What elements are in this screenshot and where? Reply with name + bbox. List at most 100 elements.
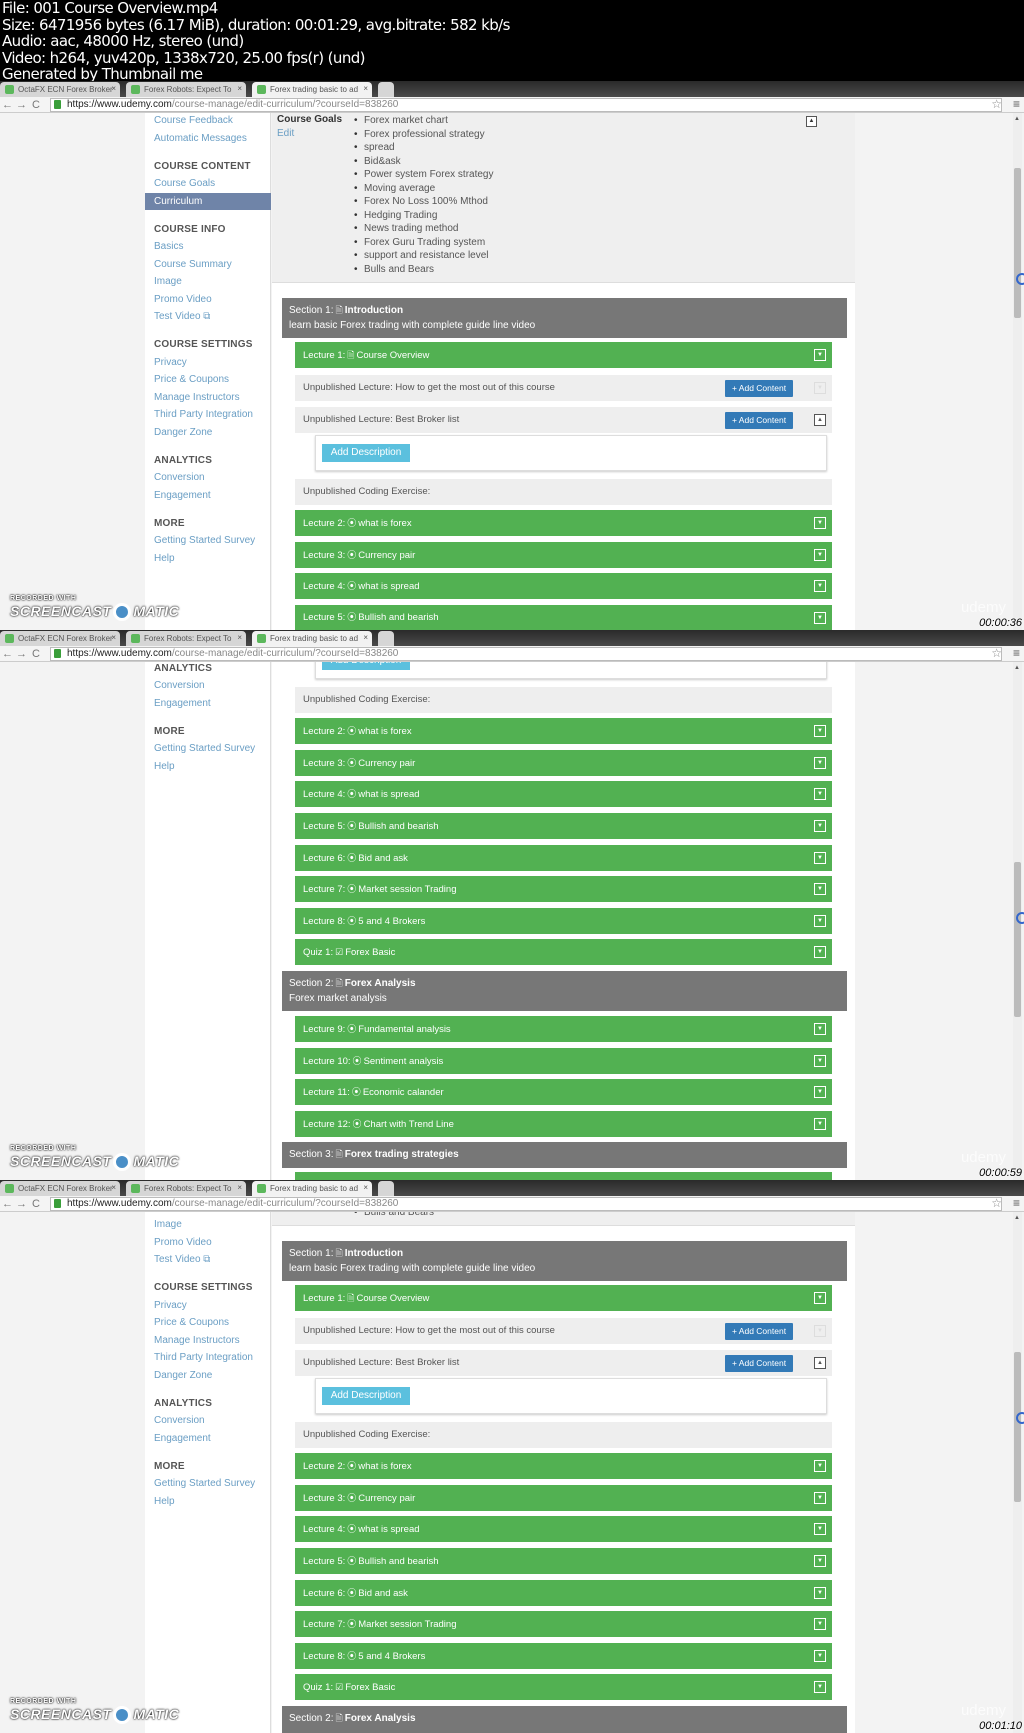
browser-tab[interactable]: Forex Robots: Expect To × (126, 82, 246, 97)
add-content-button[interactable]: + Add Content (725, 412, 793, 429)
lecture-row[interactable]: Lecture 4: ⦿ what is spread ▼ (295, 1516, 832, 1542)
lecture-row[interactable]: Quiz 1: ☑ Forex Basic ▼ (295, 939, 832, 965)
lecture-row[interactable]: Lecture 6: ⦿ Bid and ask ▼ (295, 845, 832, 871)
add-content-button[interactable]: + Add Content (725, 1355, 793, 1372)
collapse-icon[interactable]: ▲ (814, 414, 826, 426)
section-header[interactable]: Section 2: 🗎 Forex Analysis Forex market an… (282, 971, 847, 1011)
sidebar-item-basics[interactable]: Basics (145, 238, 271, 256)
expand-icon[interactable]: ▼ (814, 1555, 826, 1567)
scroll-up-arrow-icon[interactable]: ▲ (1014, 115, 1020, 123)
coding-exercise-row[interactable]: Unpublished Coding Exercise: (295, 1422, 832, 1448)
back-icon[interactable]: ← (2, 647, 13, 661)
sidebar-item-getting-started-survey[interactable]: Getting Started Survey (145, 740, 271, 758)
sidebar-item-engagement[interactable]: Engagement (145, 1430, 271, 1448)
lecture-row[interactable]: Lecture 1: 🗎 Course Overview ▼ (295, 1285, 832, 1311)
unpublished-lecture-row[interactable]: Unpublished Lecture: How to get the most… (295, 1318, 832, 1344)
expand-icon[interactable]: ▼ (814, 1618, 826, 1630)
address-bar[interactable]: https://www.udemy.com/course-manage/edit… (50, 98, 1002, 112)
expand-icon[interactable]: ▼ (814, 1587, 826, 1599)
sidebar-item-conversion[interactable]: Conversion (145, 469, 271, 487)
sidebar-item-help[interactable]: Help (145, 1493, 271, 1511)
sidebar-item-automatic-messages[interactable]: Automatic Messages (145, 130, 271, 148)
expand-icon[interactable]: ▼ (814, 549, 826, 561)
lecture-row[interactable]: Lecture 7: ⦿ Market session Trading ▼ (295, 876, 832, 902)
expand-icon[interactable]: ▼ (814, 915, 826, 927)
browser-tab[interactable]: OctaFX ECN Forex Broker × (0, 1181, 120, 1196)
lecture-row[interactable]: Lecture 7: ⦿ Market session Trading ▼ (295, 1611, 832, 1637)
sidebar-item-privacy[interactable]: Privacy (145, 1297, 271, 1315)
collapse-icon[interactable]: ▲ (806, 116, 817, 127)
forward-icon[interactable]: → (16, 1197, 27, 1211)
expand-icon[interactable]: ▼ (814, 788, 826, 800)
menu-icon[interactable]: ≡ (1013, 1196, 1020, 1210)
close-icon[interactable]: × (111, 633, 116, 642)
lecture-row[interactable]: Lecture 10: ⦿ Sentiment analysis ▼ (295, 1048, 832, 1074)
expand-icon[interactable]: ▼ (814, 820, 826, 832)
sidebar-item-engagement[interactable]: Engagement (145, 695, 271, 713)
sidebar-item-danger-zone[interactable]: Danger Zone (145, 424, 271, 442)
sidebar-item-conversion[interactable]: Conversion (145, 1412, 271, 1430)
expand-icon[interactable]: ▼ (814, 1492, 826, 1504)
expand-icon[interactable]: ▼ (814, 349, 826, 361)
course-goals-edit-link[interactable]: Edit (277, 128, 294, 139)
new-tab-button[interactable] (378, 82, 394, 97)
unpublished-lecture-row[interactable]: Unpublished Lecture: Best Broker list + A… (295, 1350, 832, 1376)
unpublished-lecture-row[interactable]: Unpublished Lecture: How to get the most… (295, 375, 832, 401)
lecture-row[interactable]: Lecture 2: ⦿ what is forex ▼ (295, 1453, 832, 1479)
lecture-row[interactable]: Lecture 2: ⦿ what is forex ▼ (295, 718, 832, 744)
back-icon[interactable]: ← (2, 98, 13, 112)
lecture-row[interactable]: Lecture 6: ⦿ Bid and ask ▼ (295, 1580, 832, 1606)
lecture-row[interactable]: Lecture 5: ⦿ Bullish and bearish ▼ (295, 1548, 832, 1574)
lecture-row[interactable] (295, 1172, 832, 1180)
unpublished-lecture-row[interactable]: Unpublished Lecture: Best Broker list + A… (295, 407, 832, 433)
close-icon[interactable]: × (111, 1183, 116, 1192)
sidebar-item-image[interactable]: Image (145, 273, 271, 291)
address-bar[interactable]: https://www.udemy.com/course-manage/edit… (50, 647, 1002, 661)
sidebar-item-price-coupons[interactable]: Price & Coupons (145, 1314, 271, 1332)
lecture-row[interactable]: Lecture 1: 🗎 Course Overview ▼ (295, 342, 832, 368)
close-icon[interactable]: × (237, 1183, 242, 1192)
add-content-button[interactable]: + Add Content (725, 380, 793, 397)
sidebar-item-promo-video[interactable]: Promo Video (145, 1234, 271, 1252)
sidebar-item-course-goals[interactable]: Course Goals (145, 175, 271, 193)
expand-icon[interactable]: ▼ (814, 852, 826, 864)
close-icon[interactable]: × (363, 84, 368, 93)
forward-icon[interactable]: → (16, 647, 27, 661)
scrollbar-thumb[interactable] (1014, 168, 1021, 318)
expand-icon[interactable]: ▼ (814, 725, 826, 737)
reload-icon[interactable]: C (32, 1197, 40, 1211)
sidebar-item-manage-instructors[interactable]: Manage Instructors (145, 389, 271, 407)
menu-icon[interactable]: ≡ (1013, 646, 1020, 660)
new-tab-button[interactable] (378, 1181, 394, 1196)
sidebar-item-danger-zone[interactable]: Danger Zone (145, 1367, 271, 1385)
lecture-row[interactable]: Quiz 1: ☑ Forex Basic ▼ (295, 1674, 832, 1700)
section-header[interactable]: Section 1: 🗎 Introduction learn basic Forex… (282, 298, 847, 338)
lecture-row[interactable]: Lecture 3: ⦿ Currency pair ▼ (295, 542, 832, 568)
lecture-row[interactable]: Lecture 8: ⦿ 5 and 4 Brokers ▼ (295, 1643, 832, 1669)
lecture-row[interactable]: Lecture 5: ⦿ Bullish and bearish ▼ (295, 813, 832, 839)
bookmark-star-icon[interactable]: ☆ (991, 1196, 1002, 1210)
back-icon[interactable]: ← (2, 1197, 13, 1211)
expand-icon[interactable]: ▼ (814, 1118, 826, 1130)
sidebar-item-image[interactable]: Image (145, 1216, 271, 1234)
close-icon[interactable]: × (111, 84, 116, 93)
browser-tab[interactable]: Forex trading basic to ad × (252, 631, 372, 646)
sidebar-item-engagement[interactable]: Engagement (145, 487, 271, 505)
sidebar-item-conversion[interactable]: Conversion (145, 677, 271, 695)
address-bar[interactable]: https://www.udemy.com/course-manage/edit… (50, 1197, 1002, 1211)
expand-icon[interactable]: ▼ (814, 580, 826, 592)
close-icon[interactable]: × (237, 84, 242, 93)
browser-tab[interactable]: Forex Robots: Expect To × (126, 631, 246, 646)
browser-tab[interactable]: Forex trading basic to ad × (252, 1181, 372, 1196)
section-header[interactable]: Section 2: 🗎 Forex Analysis (282, 1706, 847, 1733)
lecture-row[interactable]: Lecture 9: ⦿ Fundamental analysis ▼ (295, 1016, 832, 1042)
add-description-button[interactable]: Add Description (322, 662, 410, 670)
sidebar-item-price-coupons[interactable]: Price & Coupons (145, 371, 271, 389)
add-description-button[interactable]: Add Description (322, 1387, 410, 1405)
expand-icon[interactable]: ▼ (814, 1681, 826, 1693)
lecture-row[interactable]: Lecture 3: ⦿ Currency pair ▼ (295, 750, 832, 776)
browser-tab[interactable]: OctaFX ECN Forex Broker × (0, 82, 120, 97)
close-icon[interactable]: × (237, 633, 242, 642)
expand-icon[interactable]: ▼ (814, 946, 826, 958)
browser-tab[interactable]: Forex trading basic to ad × (252, 82, 372, 97)
